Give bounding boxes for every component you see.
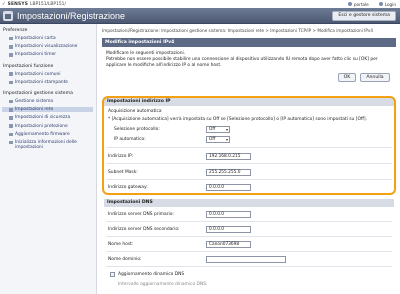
- portal-icon: [347, 2, 352, 6]
- page-title: Impostazioni/Registrazione: [17, 10, 126, 21]
- model-name: LBP151/LBP151/: [30, 1, 66, 7]
- sidebar: Preferenze Impostazioni carta Impostazio…: [0, 24, 97, 294]
- bullet-icon: [9, 53, 13, 57]
- bullet-icon: [9, 36, 13, 41]
- dns-primary-label: Indirizzo server DNS primario:: [108, 212, 174, 217]
- sidebar-item-paper[interactable]: Impostazioni carta: [0, 36, 96, 41]
- bullet-icon: [9, 45, 13, 49]
- sidebar-item-initialize[interactable]: Inizializza informazioni delle impostazi…: [0, 140, 96, 150]
- sidebar-item-common[interactable]: Impostazioni comuni: [0, 72, 96, 77]
- divider: [106, 236, 392, 237]
- host-name-label: Nome host:: [108, 242, 134, 247]
- sidebar-section-system: Impostazioni gestione sistema: [3, 91, 73, 97]
- dns-settings-heading: Impostazioni DNS: [104, 199, 394, 207]
- host-name-input[interactable]: Canon073698: [206, 241, 251, 248]
- domain-name-input[interactable]: [206, 256, 286, 263]
- brand-logo: ✓ SENSYS: [2, 1, 29, 7]
- dynamic-dns-interval-label: Intervallo aggiornamento dinamico DNS:: [118, 282, 208, 287]
- bullet-icon: [9, 140, 13, 145]
- login-link[interactable]: Login: [378, 2, 396, 7]
- home-icon[interactable]: [3, 11, 13, 21]
- domain-name-label: Nome dominio:: [108, 257, 142, 262]
- bullet-icon: [9, 116, 13, 120]
- cancel-button[interactable]: Annulla: [360, 73, 390, 82]
- top-bar: ✓ SENSYS LBP151/LBP151/ portale Login: [0, 0, 400, 8]
- sidebar-item-timer[interactable]: Impostazioni timer: [0, 52, 96, 57]
- breadcrumb: Impostazioni/Registrazione: Impostazioni…: [102, 28, 374, 33]
- dns-secondary-input[interactable]: 0.0.0.0: [206, 226, 251, 233]
- sidebar-section-functions: Impostazioni funzione: [3, 63, 54, 69]
- sidebar-item-display[interactable]: Impostazioni visualizzazione: [0, 44, 96, 49]
- sidebar-item-network[interactable]: Impostazioni rete: [2, 107, 93, 113]
- bullet-icon: [9, 108, 13, 112]
- sidebar-item-protection[interactable]: Impostazioni protezione: [0, 124, 96, 129]
- dns-secondary-label: Indirizzo server DNS secondario:: [108, 227, 180, 232]
- sidebar-item-printer[interactable]: Impostazioni stampante: [0, 80, 96, 85]
- dynamic-dns-checkbox[interactable]: [110, 272, 115, 277]
- divider: [106, 266, 392, 267]
- login-icon: [378, 2, 383, 6]
- bullet-icon: [9, 80, 13, 85]
- sidebar-item-system-management[interactable]: Gestione sistema: [0, 99, 96, 104]
- ok-button[interactable]: OK: [338, 73, 356, 82]
- description: Modificare le seguenti impostazioni. Pot…: [106, 51, 378, 68]
- bullet-icon: [9, 99, 13, 104]
- section-title: Modifica impostazioni IPv4: [102, 38, 396, 47]
- bullet-icon: [9, 72, 13, 76]
- dynamic-dns-label: Aggiornamento dinamico DNS: [118, 272, 185, 277]
- exit-system-manager-button[interactable]: Esci e gestore sistema: [332, 11, 396, 21]
- sidebar-section-preferences: Preferenze: [3, 28, 28, 33]
- sidebar-item-firmware[interactable]: Aggiornamento firmware: [0, 132, 96, 137]
- bullet-icon: [9, 132, 13, 137]
- dns-primary-input[interactable]: 0.0.0.0: [206, 211, 251, 218]
- title-bar: Impostazioni/Registrazione Esci e gestor…: [0, 8, 400, 24]
- bullet-icon: [9, 124, 13, 128]
- ip-settings-highlight: [102, 96, 396, 195]
- divider: [106, 221, 392, 222]
- sidebar-item-security[interactable]: Impostazioni di sicurezza: [0, 115, 96, 120]
- top-links: portale Login: [347, 2, 396, 7]
- divider: [106, 251, 392, 252]
- portal-link[interactable]: portale: [347, 2, 369, 7]
